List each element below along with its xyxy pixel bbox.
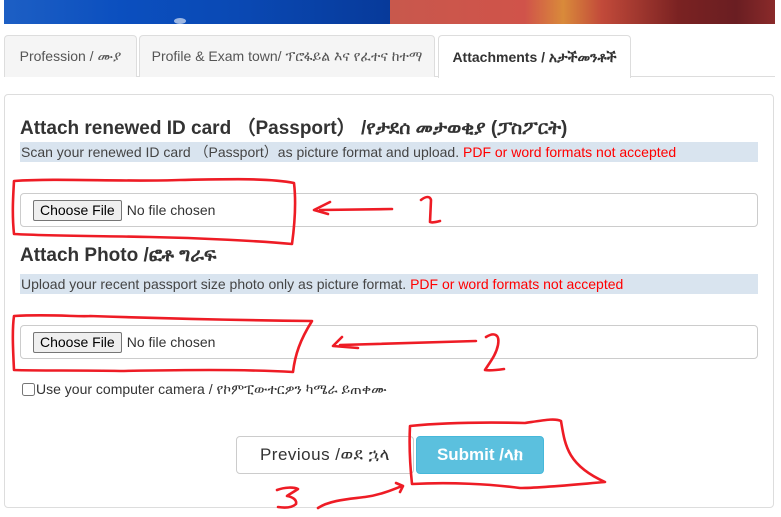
header-banner [4,0,775,24]
photo-choose-file-button[interactable]: Choose File [33,331,122,353]
photo-file-status: No file chosen [126,334,216,350]
photo-file-input[interactable]: Choose File No file chosen [20,325,758,359]
photo-format-warning: PDF or word formats not accepted [410,276,624,292]
use-camera-label: Use your computer camera / የኮምፒውተርዎን ካሜራ… [36,381,387,397]
tab-profile-exam-town[interactable]: Profile & Exam town/ ፕሮፋይል እና የፈተና ከተማ [139,35,435,77]
banner-image-right [390,0,775,24]
id-card-file-input[interactable]: Choose File No file chosen [20,193,758,227]
id-card-file-status: No file chosen [126,202,216,218]
tab-profession[interactable]: Profession / ሙያ [4,35,137,77]
id-card-hint-text: Scan your renewed ID card （Passport）as p… [21,144,463,160]
id-card-choose-file-button[interactable]: Choose File [33,199,122,221]
id-card-hint: Scan your renewed ID card （Passport）as p… [20,142,758,162]
previous-button[interactable]: Previous /ወደ ኋላ [236,436,414,474]
tab-attachments[interactable]: Attachments / አታችመንቶች [438,35,631,78]
photo-hint-text: Upload your recent passport size photo o… [21,276,411,292]
use-camera-option[interactable]: Use your computer camera / የኮምፒውተርዎን ካሜራ… [20,381,387,398]
photo-section-title: Attach Photo /ፎቶ ግራፍ [20,245,217,266]
id-card-format-warning: PDF or word formats not accepted [463,144,677,160]
submit-button[interactable]: Submit /ላክ [416,436,544,474]
use-camera-checkbox[interactable] [22,383,35,396]
banner-image-left [4,0,390,24]
attachments-panel: Attach renewed ID card （Passport） /የታደሰ … [4,94,774,508]
id-card-section-title: Attach renewed ID card （Passport） /የታደሰ … [20,118,568,139]
form-tabs: Profession / ሙያ Profile & Exam town/ ፕሮፋ… [4,34,775,78]
photo-hint: Upload your recent passport size photo o… [20,274,758,294]
